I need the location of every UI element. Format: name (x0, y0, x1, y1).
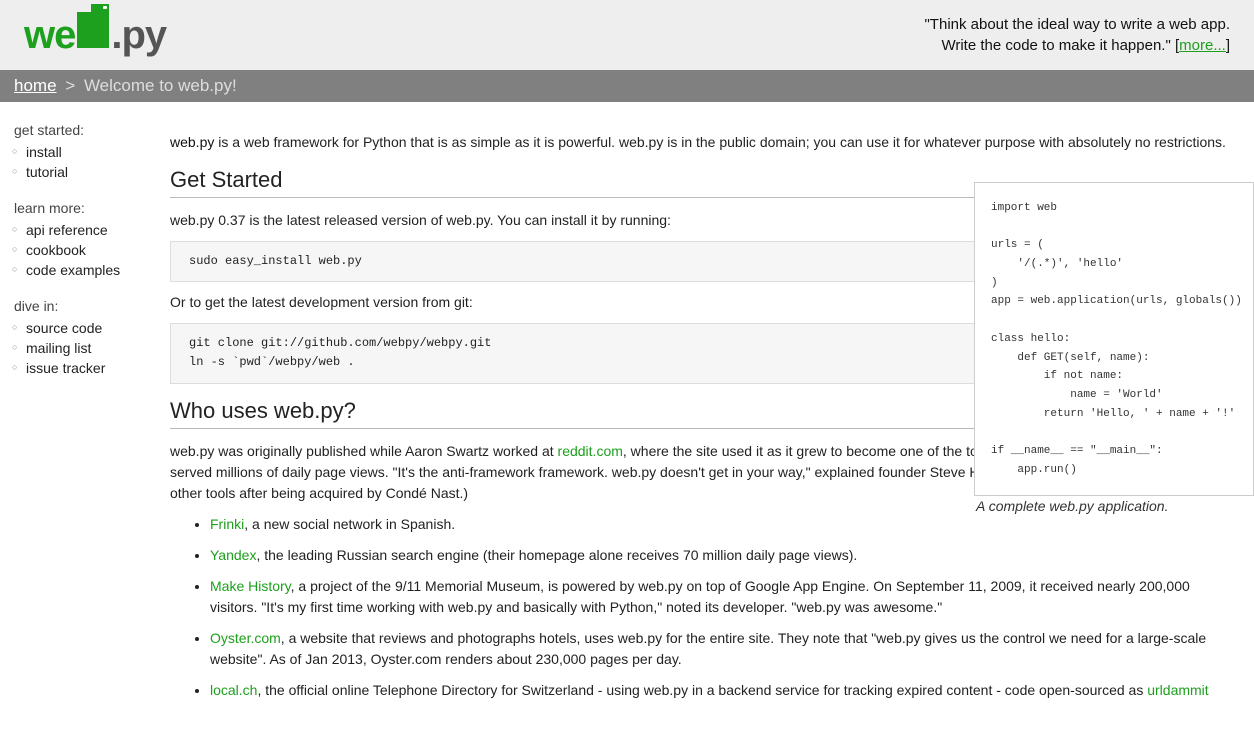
sidebar-item-issue-tracker[interactable]: issue tracker (26, 358, 158, 378)
list-item: Make History, a project of the 9/11 Memo… (210, 576, 1226, 618)
yandex-link[interactable]: Yandex (210, 547, 256, 563)
oyster-link[interactable]: Oyster.com (210, 630, 281, 646)
main-content: import web urls = ( '/(.*)', 'hello' ) a… (170, 122, 1254, 711)
sidebar-group-learn-more: learn more: api reference cookbook code … (14, 200, 158, 280)
sidebar-group-get-started: get started: install tutorial (14, 122, 158, 182)
reddit-link[interactable]: reddit.com (558, 443, 623, 459)
sidebar-item-install[interactable]: install (26, 142, 158, 162)
who-uses-list: Frinki, a new social network in Spanish.… (170, 514, 1226, 701)
sidebar-item-api-reference[interactable]: api reference (26, 220, 158, 240)
sidebar-item-tutorial[interactable]: tutorial (26, 162, 158, 182)
sidebar: get started: install tutorial learn more… (0, 122, 170, 711)
sidebar-item-code-examples[interactable]: code examples (26, 260, 158, 280)
breadcrumb-home-link[interactable]: home (14, 76, 57, 95)
tagline-line1: "Think about the ideal way to write a we… (924, 16, 1230, 33)
tagline-more-link[interactable]: more... (1179, 37, 1226, 54)
code-sample-caption: A complete web.py application. (974, 492, 1254, 520)
sidebar-group-title: dive in: (14, 298, 158, 314)
sidebar-item-source-code[interactable]: source code (26, 318, 158, 338)
logo[interactable]: we .py (24, 12, 166, 58)
intro-rest: is a web framework for Python that is as… (214, 134, 1226, 150)
sidebar-group-title: learn more: (14, 200, 158, 216)
sidebar-group-title: get started: (14, 122, 158, 138)
tagline-line2-pre: Write the code to make it happen." [ (941, 37, 1179, 54)
list-item: Yandex, the leading Russian search engin… (210, 545, 1226, 566)
tagline-line2-post: ] (1226, 37, 1230, 54)
breadcrumb: home > Welcome to web.py! (0, 70, 1254, 102)
sidebar-item-mailing-list[interactable]: mailing list (26, 338, 158, 358)
tagline: "Think about the ideal way to write a we… (924, 14, 1230, 56)
list-item: local.ch, the official online Telephone … (210, 680, 1226, 701)
frinki-link[interactable]: Frinki (210, 516, 244, 532)
logo-text-we: we (24, 13, 75, 58)
sidebar-group-dive-in: dive in: source code mailing list issue … (14, 298, 158, 378)
intro-paragraph: web.py is a web framework for Python tha… (170, 132, 1226, 153)
make-history-link[interactable]: Make History (210, 578, 291, 594)
breadcrumb-separator: > (65, 76, 75, 95)
localch-link[interactable]: local.ch (210, 682, 257, 698)
header-bar: we .py "Think about the ideal way to wri… (0, 0, 1254, 70)
breadcrumb-current: Welcome to web.py! (84, 76, 237, 95)
logo-snake-icon (77, 12, 109, 48)
sidebar-item-cookbook[interactable]: cookbook (26, 240, 158, 260)
logo-text-py: .py (111, 13, 166, 58)
code-sample-box: import web urls = ( '/(.*)', 'hello' ) a… (974, 182, 1254, 496)
intro-lead: web.py (170, 134, 214, 150)
list-item: Oyster.com, a website that reviews and p… (210, 628, 1226, 670)
urldammit-link[interactable]: urldammit (1147, 682, 1208, 698)
